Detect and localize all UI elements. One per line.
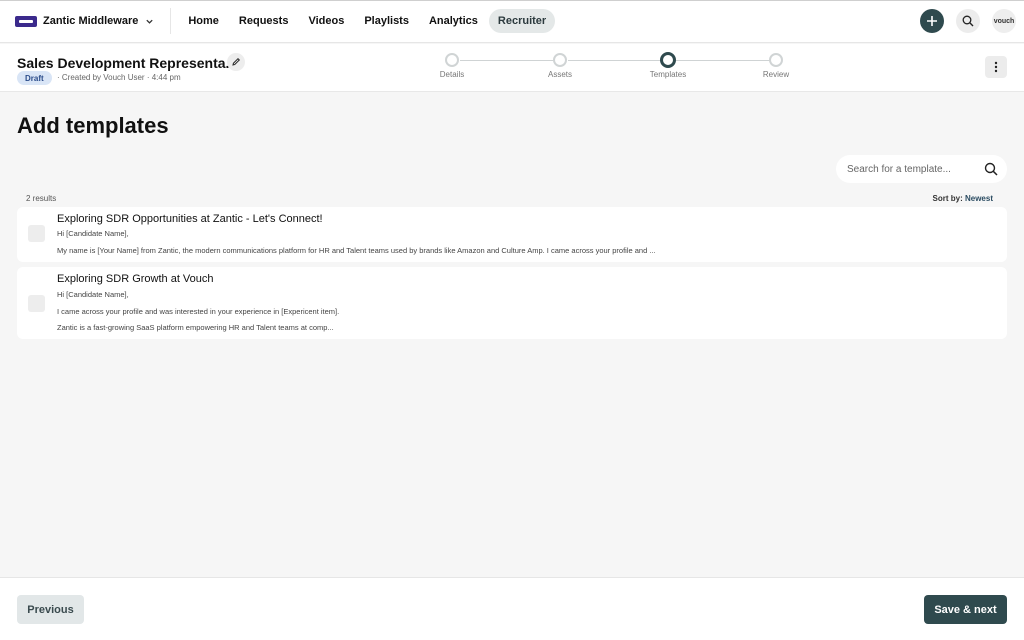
nav-requests[interactable]: Requests: [230, 9, 298, 33]
template-preview-line: I came across your profile and was inter…: [57, 307, 340, 316]
plus-icon: [927, 16, 937, 26]
job-subheader: Sales Development Representa... Draft · …: [0, 44, 1024, 92]
nav-actions: vouch: [908, 9, 1016, 33]
template-card[interactable]: Exploring SDR Opportunities at Zantic - …: [17, 207, 1007, 262]
step-templates[interactable]: Templates: [638, 52, 698, 79]
step-dot: [660, 52, 676, 68]
step-label: Assets: [547, 70, 572, 79]
template-preview-line: Hi [Candidate Name],: [57, 290, 129, 299]
sort-dropdown[interactable]: Sort by: Newest: [933, 194, 993, 203]
search-button[interactable]: [956, 9, 980, 33]
step-details[interactable]: Details: [422, 53, 482, 79]
template-checkbox[interactable]: [28, 225, 45, 242]
nav-home[interactable]: Home: [179, 9, 228, 33]
template-checkbox[interactable]: [28, 295, 45, 312]
template-search: [836, 155, 1007, 183]
nav-recruiter[interactable]: Recruiter: [488, 9, 556, 33]
step-dot: [769, 53, 783, 67]
edit-title-button[interactable]: [227, 53, 245, 71]
step-label: Details: [439, 70, 465, 79]
previous-button[interactable]: Previous: [17, 595, 84, 624]
sort-value: Newest: [964, 194, 993, 203]
org-name: Zantic Middleware: [43, 15, 139, 27]
nav-analytics[interactable]: Analytics: [420, 9, 487, 33]
sort-label: Sort by:: [932, 194, 963, 203]
chevron-down-icon: [146, 19, 154, 24]
status-badge: Draft: [17, 71, 52, 85]
org-logo-icon: [15, 15, 37, 27]
step-dot: [445, 53, 459, 67]
user-avatar[interactable]: vouch: [992, 9, 1016, 33]
top-navigation: Zantic Middleware Home Requests Videos P…: [0, 0, 1024, 43]
template-preview-line: My name is [Your Name] from Zantic, the …: [57, 246, 656, 255]
more-options-button[interactable]: [985, 56, 1007, 78]
search-icon: [962, 15, 974, 27]
avatar-text: vouch: [993, 17, 1015, 25]
results-count: 2 results: [26, 194, 57, 203]
step-label: Review: [762, 70, 790, 79]
top-border: [0, 0, 1024, 1]
nav-videos[interactable]: Videos: [299, 9, 353, 33]
footer-bar: Previous Save & next: [0, 577, 1024, 640]
template-card[interactable]: Exploring SDR Growth at Vouch Hi [Candid…: [17, 267, 1007, 339]
template-title: Exploring SDR Opportunities at Zantic - …: [57, 213, 323, 225]
template-title: Exploring SDR Growth at Vouch: [57, 273, 214, 285]
nav-playlists[interactable]: Playlists: [355, 9, 418, 33]
search-icon[interactable]: [984, 162, 998, 176]
job-title: Sales Development Representa...: [17, 55, 238, 71]
template-preview-line: Hi [Candidate Name],: [57, 229, 129, 238]
step-label: Templates: [649, 70, 687, 79]
org-switcher[interactable]: Zantic Middleware: [0, 8, 172, 34]
progress-stepper: Details Assets Templates Review: [420, 52, 800, 89]
save-next-button[interactable]: Save & next: [924, 595, 1007, 624]
add-button[interactable]: [920, 9, 944, 33]
template-preview-line: Zantic is a fast-growing SaaS platform e…: [57, 323, 334, 332]
page-title: Add templates: [17, 113, 169, 138]
step-review[interactable]: Review: [746, 53, 806, 79]
pencil-icon: [232, 57, 241, 66]
step-dot: [553, 53, 567, 67]
kebab-menu-icon: [994, 61, 998, 73]
step-assets[interactable]: Assets: [530, 53, 590, 79]
created-meta: · Created by Vouch User · 4:44 pm: [57, 73, 181, 82]
search-input[interactable]: [847, 163, 977, 175]
